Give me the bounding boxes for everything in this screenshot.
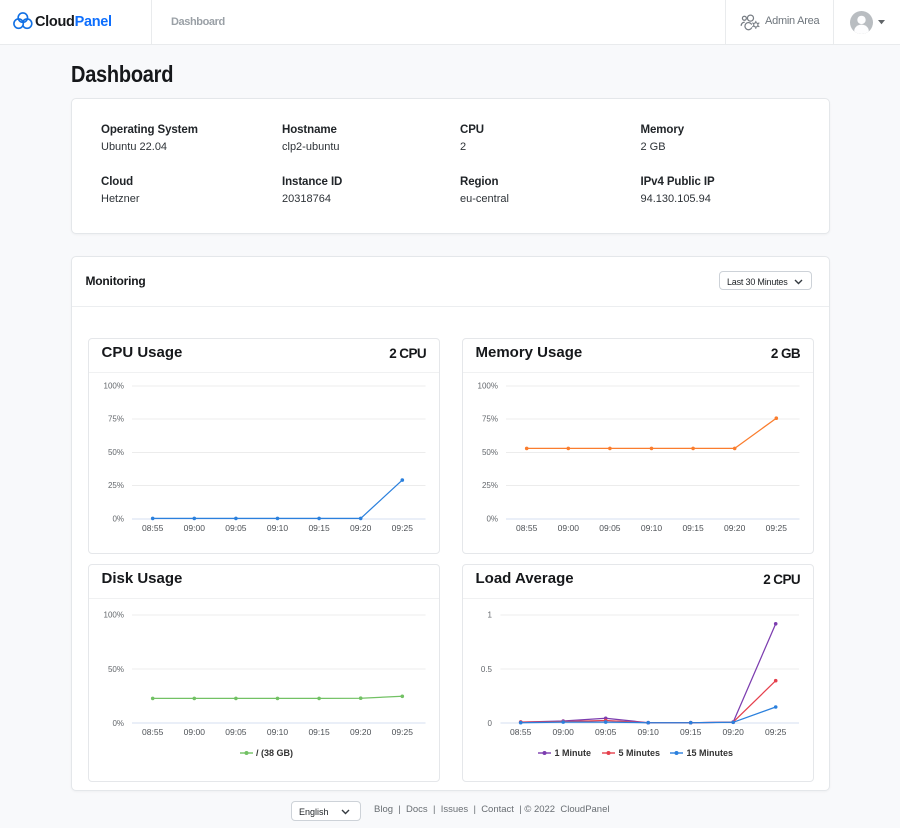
- svg-text:09:25: 09:25: [765, 727, 787, 737]
- svg-text:08:55: 08:55: [516, 523, 538, 533]
- svg-text:08:55: 08:55: [142, 727, 164, 737]
- svg-text:0.5: 0.5: [481, 665, 493, 674]
- svg-text:09:25: 09:25: [392, 523, 414, 533]
- svg-text:50%: 50%: [108, 665, 124, 674]
- svg-text:1: 1: [488, 611, 493, 620]
- svg-text:09:00: 09:00: [553, 727, 575, 737]
- svg-text:08:55: 08:55: [510, 727, 532, 737]
- svg-text:09:10: 09:10: [267, 727, 289, 737]
- svg-text:08:55: 08:55: [142, 523, 164, 533]
- svg-text:09:05: 09:05: [225, 727, 247, 737]
- svg-text:09:20: 09:20: [350, 523, 372, 533]
- svg-text:0: 0: [488, 719, 493, 728]
- svg-text:09:10: 09:10: [641, 523, 663, 533]
- svg-text:09:15: 09:15: [680, 727, 702, 737]
- svg-text:09:15: 09:15: [308, 523, 330, 533]
- svg-text:09:05: 09:05: [225, 523, 247, 533]
- svg-text:09:25: 09:25: [392, 727, 414, 737]
- svg-text:09:05: 09:05: [599, 523, 621, 533]
- svg-text:0%: 0%: [112, 719, 124, 728]
- svg-text:15 Minutes: 15 Minutes: [687, 748, 734, 758]
- svg-text:5 Minutes: 5 Minutes: [619, 748, 661, 758]
- svg-text:09:10: 09:10: [267, 523, 289, 533]
- svg-text:75%: 75%: [108, 415, 124, 424]
- svg-text:25%: 25%: [108, 481, 124, 490]
- svg-text:25%: 25%: [482, 481, 498, 490]
- svg-text:1 Minute: 1 Minute: [555, 748, 592, 758]
- svg-text:09:15: 09:15: [308, 727, 330, 737]
- svg-text:100%: 100%: [478, 382, 498, 391]
- svg-text:/ (38 GB): / (38 GB): [256, 748, 293, 758]
- svg-text:09:00: 09:00: [558, 523, 580, 533]
- svg-text:09:05: 09:05: [595, 727, 617, 737]
- svg-text:09:00: 09:00: [184, 523, 206, 533]
- svg-text:50%: 50%: [108, 448, 124, 457]
- svg-text:09:10: 09:10: [638, 727, 660, 737]
- svg-text:0%: 0%: [486, 515, 498, 524]
- svg-text:09:20: 09:20: [724, 523, 746, 533]
- svg-text:50%: 50%: [482, 448, 498, 457]
- svg-text:09:20: 09:20: [350, 727, 372, 737]
- svg-text:0%: 0%: [112, 515, 124, 524]
- svg-text:09:25: 09:25: [766, 523, 788, 533]
- svg-text:09:15: 09:15: [682, 523, 704, 533]
- svg-text:100%: 100%: [104, 382, 124, 391]
- svg-text:75%: 75%: [482, 415, 498, 424]
- svg-text:09:00: 09:00: [184, 727, 206, 737]
- svg-text:100%: 100%: [104, 611, 124, 620]
- svg-text:09:20: 09:20: [723, 727, 745, 737]
